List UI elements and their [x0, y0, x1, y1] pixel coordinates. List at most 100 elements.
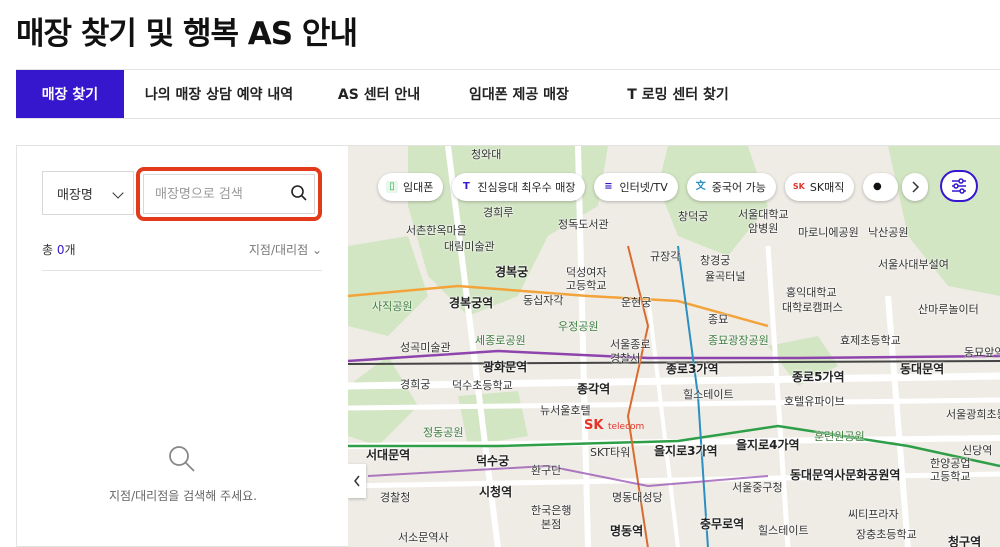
map-label: 덕수궁	[476, 454, 510, 468]
empty-message: 지점/대리점을 검색해 주세요.	[109, 489, 257, 503]
chip-sk-magic[interactable]: SK SK매직	[784, 173, 855, 201]
chip-label: 중국어 가능	[711, 181, 766, 194]
map-label: 청구역	[948, 535, 982, 547]
page-title: 매장 찾기 및 행복 AS 안내	[16, 16, 358, 52]
result-count-row: 총 0개 지점/대리점 ⌄	[42, 241, 322, 271]
chip-label: 진심응대 최우수 매장	[477, 181, 576, 194]
phone-icon: ▯	[386, 181, 398, 193]
map-label: 홍익대학교	[786, 286, 837, 299]
sliders-icon	[952, 178, 966, 194]
map-label: 서대문역	[366, 448, 411, 462]
map-label: 을지로3가역	[654, 444, 718, 458]
search-panel: 매장명 총 0개 지점/대리점 ⌄ 지점/대리점을 검색해 주세요.	[16, 145, 348, 547]
chip-apple[interactable]: ●	[863, 173, 899, 201]
sort-label: 지점/대리점	[248, 243, 309, 257]
map-label: 명동대성당	[612, 491, 663, 504]
map-label: 규장각	[650, 250, 681, 263]
map-label: 훈련원공원	[814, 430, 865, 443]
chinese-char-icon: 文	[695, 181, 706, 192]
map-label: 종묘	[708, 313, 729, 326]
map-label: 광화문역	[483, 360, 528, 374]
map-label: 서소문역사	[398, 531, 449, 544]
map-label: 동묘앞역	[964, 346, 1000, 359]
map-label: 대학로캠퍼스	[782, 301, 843, 314]
map-label: 서촌한옥마을	[406, 224, 467, 237]
map-label: 힐스테이트	[683, 388, 734, 401]
map-label: 신당역	[962, 444, 993, 457]
tab-roaming-center[interactable]: T 로밍 센터 찾기	[594, 70, 762, 118]
map-label: 율곡터널	[705, 270, 746, 283]
chip-label: SK매직	[809, 181, 845, 194]
map-label: 본점	[541, 518, 562, 531]
chip-best-store[interactable]: T 진심응대 최우수 매장	[452, 173, 586, 201]
map-label: 덕수초등학교	[452, 379, 513, 392]
map-label: 동십자각	[523, 294, 564, 307]
empty-search-icon	[169, 446, 195, 472]
map-label: 창경궁	[700, 254, 731, 267]
tab-rental-phone-stores[interactable]: 임대폰 제공 매장	[444, 70, 594, 118]
collapse-panel-button[interactable]	[348, 464, 366, 498]
chevron-left-icon	[354, 475, 360, 487]
map-label: 종묘광장공원	[708, 334, 769, 347]
map-label: 낙산공원	[868, 226, 909, 239]
map-label: 명동역	[610, 524, 644, 538]
map-label: 우정공원	[558, 320, 599, 333]
count-prefix: 총	[42, 243, 57, 257]
map-label: 호텔유파이브	[784, 395, 845, 408]
map-label: 경복궁	[495, 265, 529, 279]
search-type-select[interactable]: 매장명	[42, 171, 134, 215]
map-label: 고등학교	[930, 470, 971, 483]
tab-bar: 매장 찾기 나의 매장 상담 예약 내역 AS 센터 안내 임대폰 제공 매장 …	[16, 69, 1000, 119]
map-label: 세종로공원	[475, 334, 526, 347]
map-label: 환구단	[531, 464, 562, 477]
map-label: 대림미술관	[444, 240, 495, 253]
map-label: 정동공원	[423, 426, 464, 439]
search-highlight-box	[136, 167, 322, 221]
map-label: 산마루놀이터	[918, 303, 979, 316]
chip-scroll-next-button[interactable]	[902, 173, 928, 201]
sort-dropdown[interactable]: 지점/대리점 ⌄	[249, 241, 322, 258]
map-label: 경희루	[483, 206, 514, 219]
skt-logo-text: SK	[584, 418, 604, 433]
map-label: 마로니에공원	[798, 226, 859, 239]
map-label: 뉴서울호텔	[540, 404, 591, 417]
search-type-value: 매장명	[57, 187, 93, 203]
store-map[interactable]: 청와대 경희루 정독도서관 창덕궁 서울대학교 암병원 마로니에공원 낙산공원 …	[348, 145, 1000, 547]
map-label: 청와대	[471, 148, 502, 161]
map-label: 동대문역사문화공원역	[790, 468, 901, 482]
search-icon[interactable]	[290, 184, 308, 202]
map-label: 창덕궁	[678, 210, 709, 223]
map-label: 경찰서	[610, 352, 641, 365]
t-brand-icon: T	[462, 181, 470, 192]
map-label: 운현궁	[621, 296, 652, 309]
tab-my-reservations[interactable]: 나의 매장 상담 예약 내역	[124, 70, 314, 118]
map-label: 장충초등학교	[856, 528, 917, 541]
map-label: SKT타워	[590, 446, 631, 459]
chevron-right-icon	[912, 181, 920, 193]
chip-internet-tv[interactable]: ≡ 인터넷/TV	[594, 173, 678, 201]
chip-chinese[interactable]: 文 중국어 가능	[686, 173, 776, 201]
chip-label: 인터넷/TV	[619, 181, 668, 194]
skt-logo-sub: telecom	[607, 422, 645, 432]
apple-icon: ●	[872, 181, 882, 192]
result-count: 0	[56, 243, 65, 257]
count-suffix: 개	[64, 243, 76, 257]
sk-logo-icon: SK	[792, 182, 805, 191]
tv-icon: ≡	[604, 181, 613, 192]
map-label: 서울사대부설여	[878, 258, 949, 271]
map-label: 서울중구청	[732, 481, 783, 494]
map-label: 충무로역	[700, 517, 745, 531]
map-label: 정독도서관	[558, 218, 609, 231]
tab-store-finder[interactable]: 매장 찾기	[16, 70, 124, 118]
map-label: 시청역	[479, 485, 513, 499]
tab-as-center[interactable]: AS 센터 안내	[314, 70, 444, 118]
map-label: 암병원	[748, 222, 779, 235]
map-label: 종로5가역	[792, 370, 845, 384]
map-label: 동대문역	[900, 362, 945, 376]
map-label: 을지로4가역	[736, 438, 800, 452]
chip-rental-phone[interactable]: ▯ 임대폰	[378, 173, 444, 201]
map-label: 경찰청	[380, 491, 411, 504]
map-label: 효제초등학교	[840, 334, 901, 347]
chip-label: 임대폰	[403, 181, 434, 194]
filter-settings-button[interactable]	[940, 170, 978, 202]
